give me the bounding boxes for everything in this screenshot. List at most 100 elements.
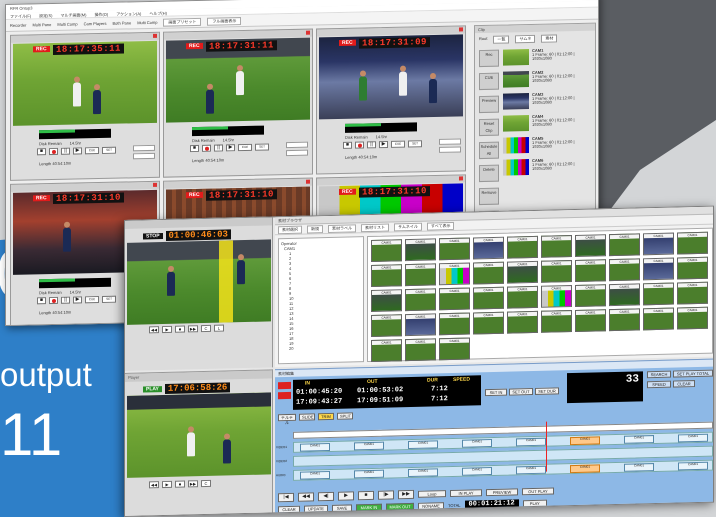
- loop-button[interactable]: Loop: [418, 489, 446, 498]
- tree-item[interactable]: 20: [281, 344, 361, 351]
- forward-button[interactable]: ▶▶: [188, 480, 198, 488]
- thumbnail-tile[interactable]: CAM01: [643, 257, 674, 281]
- rewind-button[interactable]: ◀◀: [298, 491, 314, 502]
- thumbnail-tile[interactable]: CAM01: [473, 236, 504, 260]
- thumbnail-tile[interactable]: CAM01: [371, 314, 402, 337]
- thumbnail-tile[interactable]: CAM01: [405, 263, 436, 287]
- thumbnail-tile[interactable]: CAM01: [541, 310, 572, 333]
- clear-top-button[interactable]: CLEAR: [673, 380, 695, 388]
- thumbnail-tile[interactable]: CAM01: [439, 312, 470, 336]
- pause-button[interactable]: ||: [61, 296, 70, 304]
- thumbnail-tile[interactable]: CAM01: [643, 282, 674, 306]
- menu-item[interactable]: アクション(A): [116, 11, 141, 17]
- thumbnail-tile[interactable]: CAM01: [473, 311, 504, 335]
- close-icon[interactable]: [153, 33, 157, 38]
- thumbnail-tile[interactable]: CAM01: [371, 264, 402, 287]
- cam-players-toggle[interactable]: Cam Players: [84, 21, 107, 26]
- mark-out-button[interactable]: MARK OUT: [386, 502, 414, 511]
- browser-tool[interactable]: 新規: [307, 224, 323, 234]
- out-play-button[interactable]: OUT PLAY: [522, 486, 554, 495]
- thumbnail-tile[interactable]: CAM01: [609, 308, 640, 332]
- clip-list-item[interactable]: CAM5 1 Frame: 60 | 01:12:00 | 1920x1080: [503, 136, 593, 158]
- timeline-clip[interactable]: CAM01: [516, 437, 546, 447]
- pause-button[interactable]: ||: [367, 141, 376, 149]
- timeline-clip[interactable]: CAM01: [408, 468, 438, 478]
- set-field[interactable]: [439, 146, 461, 153]
- timeline-clip[interactable]: CAM01: [516, 465, 546, 475]
- thumbnail-tile[interactable]: CAM01: [643, 307, 674, 331]
- rewind-button[interactable]: ◀◀: [149, 481, 159, 489]
- timeline-clip[interactable]: CAM01: [300, 470, 330, 480]
- browser-tool[interactable]: サムネイル: [394, 222, 422, 231]
- record-button[interactable]: [202, 144, 211, 152]
- cue-button[interactable]: CUE: [85, 147, 99, 155]
- playhead[interactable]: [546, 421, 547, 472]
- thumbnail-tile[interactable]: CAM01: [405, 288, 436, 312]
- set-out-button[interactable]: SET OUT: [509, 388, 533, 396]
- set-button[interactable]: SET: [102, 146, 116, 154]
- cue-button[interactable]: C: [201, 324, 211, 333]
- close-icon[interactable]: [459, 27, 463, 32]
- thumbnail-tile[interactable]: CAM01: [507, 310, 538, 334]
- in-play-button[interactable]: IN PLAY: [450, 488, 482, 497]
- close-icon[interactable]: [153, 182, 157, 187]
- sidebar-action-button[interactable]: Reset Clip: [479, 118, 499, 137]
- thumbnail-tile[interactable]: CAM01: [609, 258, 640, 282]
- menu-item[interactable]: マルチ画面(M): [60, 12, 86, 18]
- menu-item[interactable]: ヘルプ(H): [149, 11, 167, 16]
- browser-tool[interactable]: すべて表示: [426, 221, 455, 231]
- thumbnail-tile[interactable]: CAM01: [405, 238, 436, 262]
- timeline-clip[interactable]: CAM01: [354, 441, 384, 451]
- preset-button[interactable]: 画面プリセット: [163, 17, 202, 27]
- record-button[interactable]: [49, 147, 58, 156]
- cue-field[interactable]: [133, 144, 155, 152]
- thumbnail-tile[interactable]: CAM01: [575, 234, 606, 257]
- set-field[interactable]: [286, 149, 308, 157]
- clip-list-item[interactable]: CAM3 1 Frame: 60 | 01:12:00 | 1920x1080: [503, 92, 593, 114]
- play-button[interactable]: ▶: [226, 144, 235, 152]
- timeline-clip[interactable]: CAM01: [408, 440, 438, 450]
- record-button[interactable]: [49, 296, 58, 305]
- loop-button[interactable]: L: [214, 324, 224, 332]
- timeline-clip[interactable]: CAM01: [570, 464, 600, 474]
- thumbnail-tile[interactable]: CAM01: [405, 338, 436, 362]
- update-button[interactable]: UPDATE: [304, 504, 328, 513]
- close-icon[interactable]: [306, 30, 310, 35]
- play-button[interactable]: ▶: [162, 325, 172, 334]
- timeline-clip[interactable]: CAM01: [678, 433, 708, 443]
- set-button[interactable]: SET: [408, 140, 422, 148]
- stop-button[interactable]: ■: [37, 297, 46, 305]
- menu-item[interactable]: ファイル(F): [10, 13, 31, 18]
- thumbnail-tile[interactable]: CAM01: [677, 281, 708, 305]
- stop-button[interactable]: ■: [175, 325, 185, 333]
- full-screen-button[interactable]: フル画面表示: [207, 16, 242, 26]
- play-button[interactable]: ▶: [162, 480, 172, 489]
- thumbnail-tile[interactable]: CAM01: [439, 337, 470, 361]
- timeline-clip[interactable]: CAM01: [678, 461, 708, 471]
- thumbnail-tile[interactable]: CAM01: [473, 261, 504, 285]
- stop-button[interactable]: ■: [190, 144, 199, 153]
- thumbnail-tile[interactable]: CAM01: [677, 256, 708, 280]
- sidebar-tab[interactable]: サムネ: [515, 34, 536, 44]
- sidebar-action-button[interactable]: CUE: [479, 72, 499, 91]
- thumbnail-tile[interactable]: CAM01: [643, 232, 674, 256]
- clip-list-item[interactable]: CAM6 1 Frame: 60 | 01:12:00 | 1920x1080: [503, 158, 593, 180]
- thumbnail-tile[interactable]: CAM01: [609, 233, 640, 257]
- sidebar-action-button[interactable]: Delete: [479, 164, 499, 183]
- multi-comp-toggle[interactable]: Multi Comp: [57, 21, 77, 26]
- cue-button[interactable]: C: [201, 479, 211, 488]
- thumbnail-tile[interactable]: CAM01: [473, 286, 504, 310]
- play-button[interactable]: ▶: [73, 147, 82, 155]
- play-total-button[interactable]: PLAY TOTAL: [522, 499, 547, 511]
- forward-button[interactable]: ▶▶: [188, 325, 198, 333]
- timeline-clip[interactable]: CAM01: [570, 436, 600, 446]
- sidebar-tab[interactable]: 一覧: [493, 35, 510, 44]
- play-button[interactable]: ▶: [338, 490, 354, 501]
- clip-list-item[interactable]: CAM1 1 Frame: 60 | 01:12:00 | 1920x1080: [503, 48, 593, 70]
- rewind-button[interactable]: ◀◀: [149, 326, 159, 334]
- browser-tool[interactable]: 素材選択: [278, 225, 302, 234]
- close-icon[interactable]: [306, 179, 310, 184]
- thumbnail-tile[interactable]: CAM01: [541, 235, 572, 258]
- save-button[interactable]: SAVE: [332, 503, 352, 512]
- timeline-clip[interactable]: CAM01: [624, 435, 654, 444]
